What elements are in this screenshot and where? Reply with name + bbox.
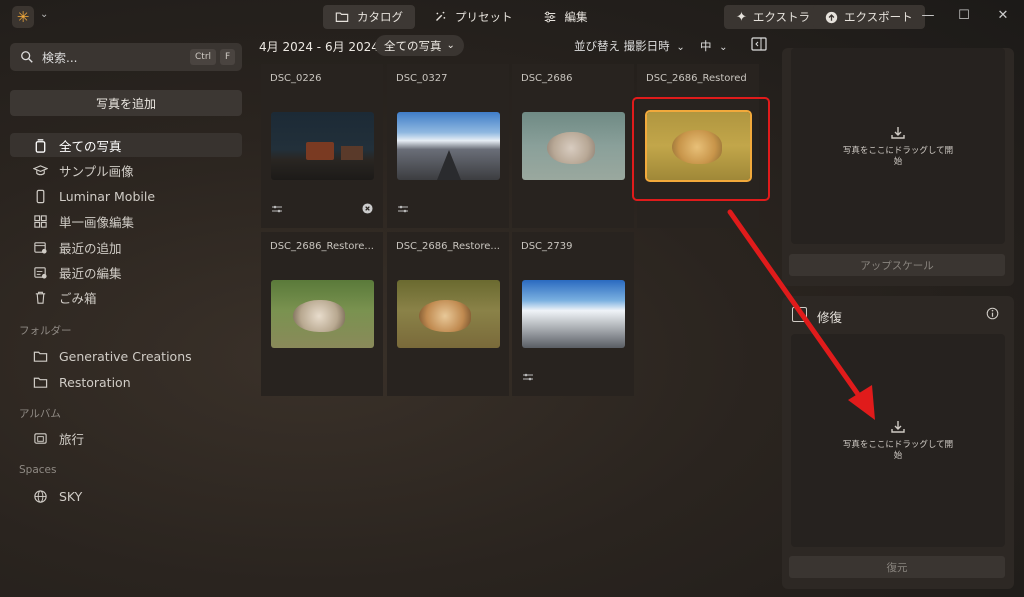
annotation-arrow (727, 209, 875, 420)
